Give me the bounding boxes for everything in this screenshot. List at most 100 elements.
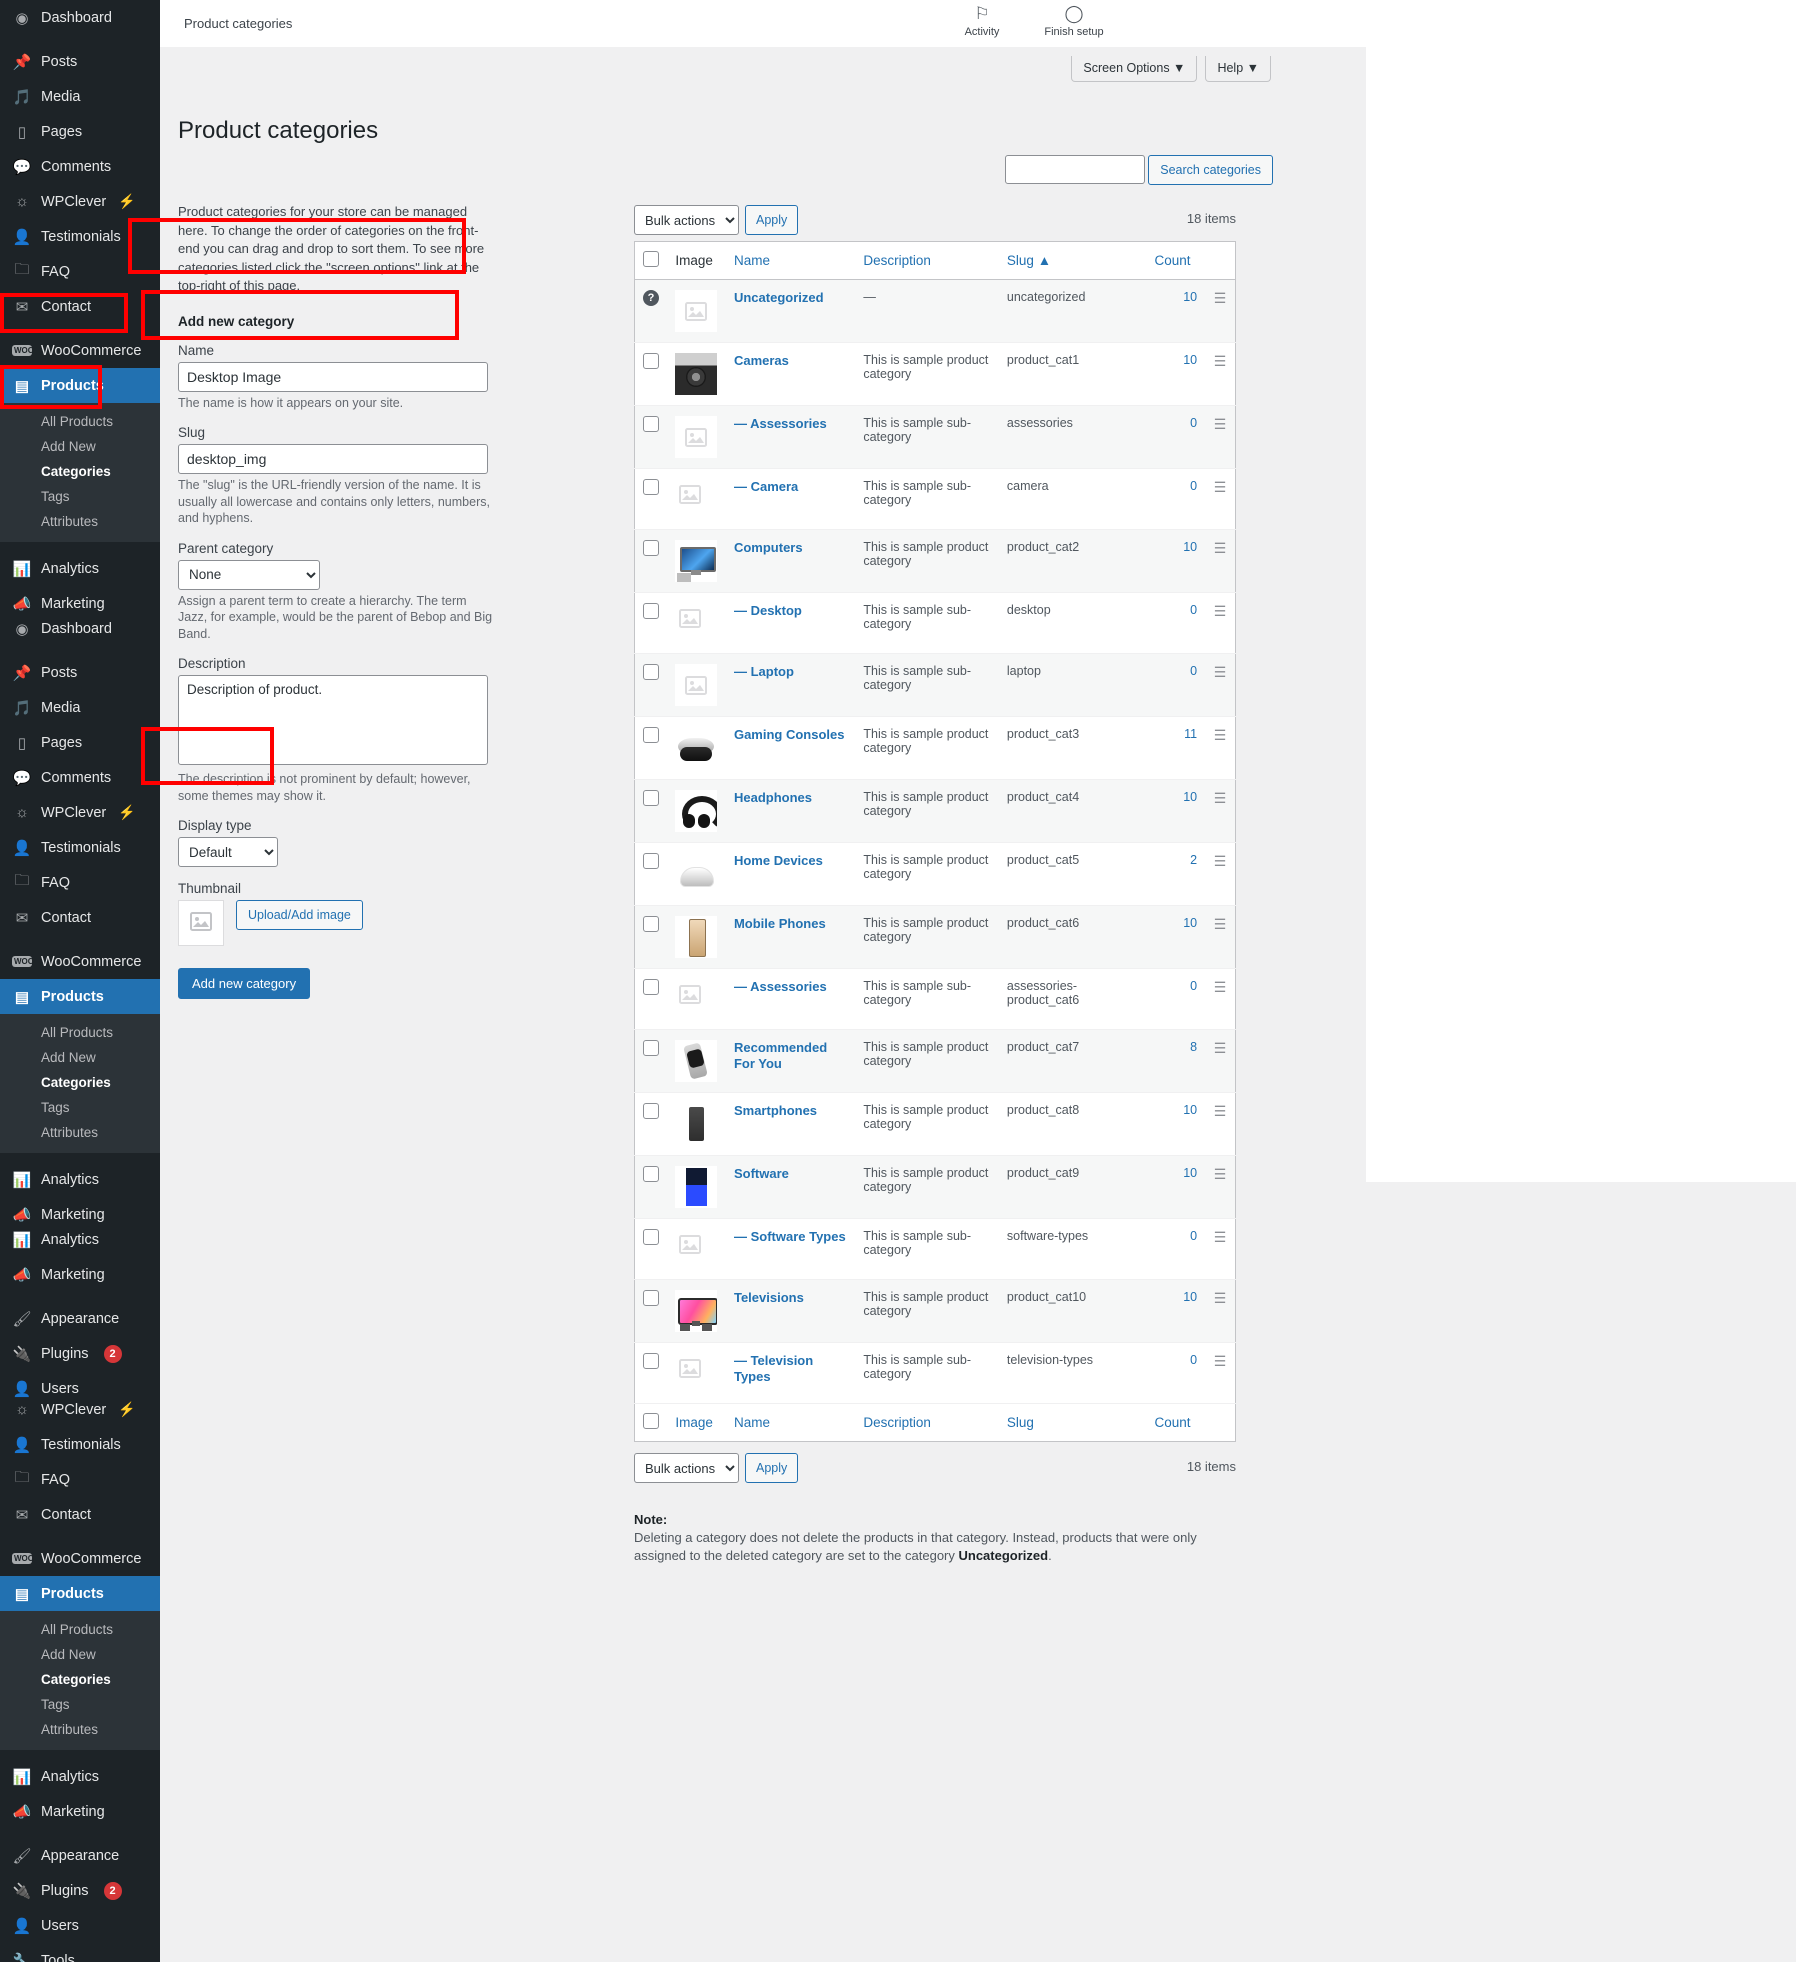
admin-bar[interactable]: Product categories ⚐ Activity ◯ Finish s… bbox=[160, 0, 1796, 47]
row-count-cell[interactable]: 0 bbox=[1146, 1342, 1206, 1404]
row-checkbox[interactable] bbox=[643, 979, 659, 995]
search-categories-button[interactable]: Search categories bbox=[1148, 155, 1273, 185]
row-drag-handle-cell[interactable]: ☰ bbox=[1205, 342, 1236, 406]
row-checkbox[interactable] bbox=[643, 664, 659, 680]
submenu-item-tags[interactable]: Tags bbox=[0, 484, 160, 509]
sidebar-item-woocommerce[interactable]: WOO WooCommerce bbox=[0, 944, 160, 979]
sidebar-item-posts[interactable]: 📌 Posts bbox=[0, 655, 160, 690]
sidebar-item-marketing[interactable]: 📣 Marketing bbox=[0, 1794, 160, 1829]
sidebar-item-products[interactable]: ▤ Products bbox=[0, 979, 160, 1014]
submenu-item-attributes[interactable]: Attributes bbox=[0, 509, 160, 534]
drag-handle-icon[interactable]: ☰ bbox=[1214, 353, 1227, 369]
column-footer-count[interactable]: Count bbox=[1146, 1403, 1206, 1442]
row-select-cell[interactable] bbox=[634, 529, 668, 593]
row-select-cell[interactable] bbox=[634, 1218, 668, 1280]
sidebar-item-faq[interactable]: 🗀 FAQ bbox=[0, 865, 160, 900]
category-count-link[interactable]: 0 bbox=[1190, 979, 1197, 993]
row-select-cell[interactable] bbox=[634, 468, 668, 530]
sidebar-item-appearance[interactable]: 🖌 Appearance bbox=[0, 1838, 160, 1873]
category-count-link[interactable]: 10 bbox=[1183, 540, 1197, 554]
table-row[interactable]: Headphones This is sample product categor… bbox=[634, 779, 1236, 843]
row-checkbox[interactable] bbox=[643, 353, 659, 369]
category-description-textarea[interactable]: Description of product. bbox=[178, 675, 488, 765]
sidebar-item-pages[interactable]: ▯ Pages bbox=[0, 114, 160, 149]
sidebar-item-comments[interactable]: 💬 Comments bbox=[0, 760, 160, 795]
sidebar-item-plugins[interactable]: 🔌 Plugins 2 bbox=[0, 1873, 160, 1908]
select-all-checkbox[interactable] bbox=[643, 251, 659, 267]
products-submenu[interactable]: All Products Add New Categories Tags Attribu… bbox=[0, 403, 160, 542]
submenu-item-categories[interactable]: Categories bbox=[0, 1070, 160, 1095]
row-count-cell[interactable]: 0 bbox=[1146, 968, 1206, 1030]
row-select-cell[interactable] bbox=[634, 1092, 668, 1156]
table-row[interactable]: — Desktop This is sample sub-category desk… bbox=[634, 592, 1236, 654]
sidebar-item-analytics[interactable]: 📊 Analytics bbox=[0, 1222, 160, 1257]
search-input[interactable] bbox=[1005, 155, 1146, 184]
row-checkbox[interactable] bbox=[643, 1166, 659, 1182]
row-count-cell[interactable]: 10 bbox=[1146, 905, 1206, 969]
sidebar-item-analytics[interactable]: 📊 Analytics bbox=[0, 1759, 160, 1794]
table-row[interactable]: — Camera This is sample sub-category camer… bbox=[634, 468, 1236, 530]
select-all-header[interactable] bbox=[634, 241, 668, 280]
row-drag-handle-cell[interactable]: ☰ bbox=[1205, 905, 1236, 969]
select-all-checkbox-footer[interactable] bbox=[643, 1413, 659, 1429]
category-name-link[interactable]: — Desktop bbox=[734, 603, 802, 618]
row-count-cell[interactable]: 10 bbox=[1146, 529, 1206, 593]
category-count-link[interactable]: 0 bbox=[1190, 1353, 1197, 1367]
row-checkbox[interactable] bbox=[643, 416, 659, 432]
row-count-cell[interactable]: 10 bbox=[1146, 1155, 1206, 1219]
finish-setup-button[interactable]: ◯ Finish setup bbox=[1042, 3, 1106, 38]
bulk-actions-select-bottom[interactable]: Bulk actions bbox=[634, 1453, 739, 1483]
row-name-cell[interactable]: — Software Types bbox=[725, 1218, 856, 1280]
row-name-cell[interactable]: Uncategorized bbox=[725, 279, 856, 343]
row-checkbox[interactable] bbox=[643, 1103, 659, 1119]
sidebar-item-media[interactable]: 🎵 Media bbox=[0, 79, 160, 114]
drag-handle-icon[interactable]: ☰ bbox=[1214, 916, 1227, 932]
drag-handle-icon[interactable]: ☰ bbox=[1214, 290, 1227, 306]
row-count-cell[interactable]: 0 bbox=[1146, 405, 1206, 469]
submenu-item-attributes[interactable]: Attributes bbox=[0, 1717, 160, 1742]
row-drag-handle-cell[interactable]: ☰ bbox=[1205, 968, 1236, 1030]
category-name-link[interactable]: Headphones bbox=[734, 790, 812, 805]
sidebar-item-wpclever[interactable]: ☼ WPClever ⚡ bbox=[0, 795, 160, 830]
drag-handle-icon[interactable]: ☰ bbox=[1214, 1229, 1227, 1245]
category-name-link[interactable]: Recommended For You bbox=[734, 1040, 827, 1071]
row-count-cell[interactable]: 11 bbox=[1146, 716, 1206, 780]
category-count-link[interactable]: 0 bbox=[1190, 1229, 1197, 1243]
row-drag-handle-cell[interactable]: ☰ bbox=[1205, 279, 1236, 343]
column-header-name[interactable]: Name bbox=[725, 241, 856, 280]
table-row[interactable]: ? Uncategorized — uncategorized 10 ☰ bbox=[634, 279, 1236, 343]
row-name-cell[interactable]: — Camera bbox=[725, 468, 856, 530]
help-button[interactable]: Help ▼ bbox=[1205, 56, 1271, 82]
drag-handle-icon[interactable]: ☰ bbox=[1214, 727, 1227, 743]
row-drag-handle-cell[interactable]: ☰ bbox=[1205, 1155, 1236, 1219]
drag-handle-icon[interactable]: ☰ bbox=[1214, 479, 1227, 495]
row-count-cell[interactable]: 0 bbox=[1146, 468, 1206, 530]
category-slug-input[interactable] bbox=[178, 444, 488, 474]
row-count-cell[interactable]: 0 bbox=[1146, 653, 1206, 717]
table-row[interactable]: Cameras This is sample product category pr… bbox=[634, 342, 1236, 406]
category-name-link[interactable]: Cameras bbox=[734, 353, 789, 368]
category-count-link[interactable]: 0 bbox=[1190, 479, 1197, 493]
table-nav-top[interactable]: Bulk actions Apply 18 items bbox=[634, 203, 1236, 237]
row-checkbox[interactable] bbox=[643, 540, 659, 556]
screen-options-button[interactable]: Screen Options ▼ bbox=[1071, 56, 1198, 82]
row-drag-handle-cell[interactable]: ☰ bbox=[1205, 716, 1236, 780]
row-drag-handle-cell[interactable]: ☰ bbox=[1205, 1279, 1236, 1343]
row-name-cell[interactable]: Home Devices bbox=[725, 842, 856, 906]
display-type-select[interactable]: Default bbox=[178, 837, 278, 867]
sidebar-item-pages[interactable]: ▯ Pages bbox=[0, 725, 160, 760]
row-count-cell[interactable]: 10 bbox=[1146, 1279, 1206, 1343]
category-name-link[interactable]: — Software Types bbox=[734, 1229, 846, 1244]
row-count-cell[interactable]: 2 bbox=[1146, 842, 1206, 906]
table-row[interactable]: — Television Types This is sample sub-cat… bbox=[634, 1342, 1236, 1404]
drag-handle-icon[interactable]: ☰ bbox=[1214, 416, 1227, 432]
parent-category-select[interactable]: None bbox=[178, 559, 320, 590]
table-row[interactable]: — Assessories This is sample sub-category… bbox=[634, 968, 1236, 1030]
drag-handle-icon[interactable]: ☰ bbox=[1214, 979, 1227, 995]
category-count-link[interactable]: 8 bbox=[1190, 1040, 1197, 1054]
drag-handle-icon[interactable]: ☰ bbox=[1214, 1166, 1227, 1182]
sidebar-item-testimonials[interactable]: 👤 Testimonials bbox=[0, 1427, 160, 1462]
table-row[interactable]: — Software Types This is sample sub-categ… bbox=[634, 1218, 1236, 1280]
column-header-slug[interactable]: Slug ▲ bbox=[998, 241, 1147, 280]
row-name-cell[interactable]: — Desktop bbox=[725, 592, 856, 654]
